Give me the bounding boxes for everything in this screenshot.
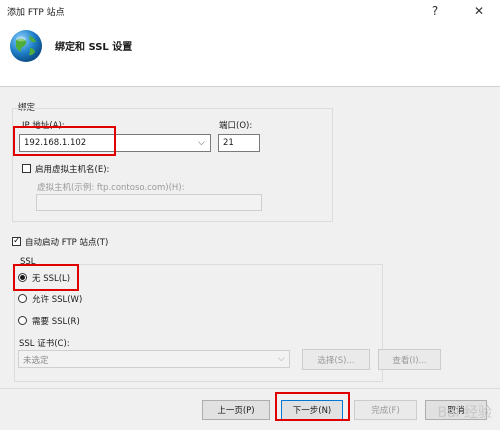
globe-icon [8, 28, 44, 64]
port-label: 端口(O): [219, 121, 253, 131]
watermark: Bai 经验 [437, 405, 492, 421]
virtual-host-checkbox-label: 启用虚拟主机名(E): [35, 165, 110, 175]
autostart-checkbox[interactable]: ✓ [12, 237, 21, 246]
wizard-header [0, 22, 500, 87]
ssl-cert-combobox[interactable]: 未选定 [18, 350, 290, 368]
require-ssl-radio[interactable] [18, 316, 27, 325]
virtual-host-label: 虚拟主机(示例: ftp.contoso.com)(H): [37, 183, 185, 193]
ssl-cert-value: 未选定 [23, 356, 49, 366]
port-input[interactable]: 21 [218, 134, 260, 152]
close-icon[interactable]: ✕ [466, 0, 492, 22]
ssl-cert-label: SSL 证书(C): [19, 339, 70, 349]
virtual-host-checkbox[interactable] [22, 164, 31, 173]
previous-button[interactable]: 上一页(P) [202, 400, 270, 420]
require-ssl-label: 需要 SSL(R) [32, 317, 80, 327]
select-cert-button[interactable]: 选择(S)... [302, 349, 370, 370]
footer-separator [0, 388, 500, 389]
view-cert-button[interactable]: 查看(I)... [378, 349, 441, 370]
page-title: 绑定和 SSL 设置 [55, 42, 133, 53]
ip-highlight-box [13, 126, 116, 156]
chevron-down-icon[interactable]: ⌵ [198, 138, 205, 148]
chevron-down-icon[interactable]: ⌵ [278, 354, 285, 364]
help-icon[interactable]: ? [422, 0, 448, 22]
allow-ssl-label: 允许 SSL(W) [32, 295, 83, 305]
allow-ssl-radio[interactable] [18, 294, 27, 303]
next-highlight-box [275, 392, 350, 421]
port-value: 21 [223, 138, 234, 148]
autostart-label: 自动启动 FTP 站点(T) [25, 238, 109, 248]
no-ssl-highlight-box [13, 264, 79, 291]
virtual-host-input[interactable] [36, 194, 262, 211]
finish-button[interactable]: 完成(F) [354, 400, 417, 420]
window-title: 添加 FTP 站点 [7, 8, 65, 18]
